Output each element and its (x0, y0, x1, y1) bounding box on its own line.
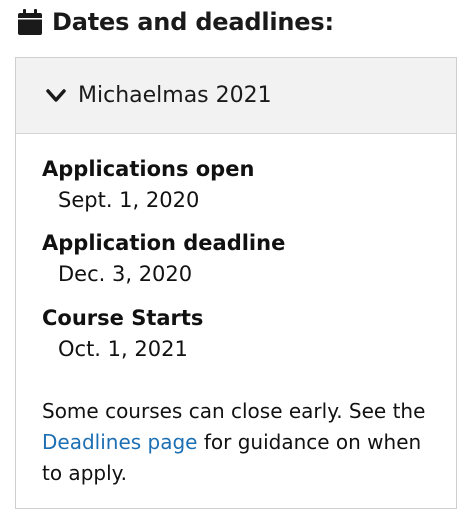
early-close-note: Some courses can close early. See the De… (42, 396, 442, 489)
section-title: Dates and deadlines: (52, 8, 334, 36)
course-starts-label: Course Starts (42, 306, 204, 330)
application-deadline-date: Dec. 3, 2020 (58, 262, 193, 286)
term-title: Michaelmas 2021 (78, 83, 272, 108)
note-text-before: Some courses can close early. See the (42, 399, 426, 423)
dates-heading: Dates and deadlines: (18, 4, 334, 40)
term-accordion-toggle[interactable]: Michaelmas 2021 (16, 58, 456, 134)
application-deadline-label: Application deadline (42, 231, 286, 255)
course-starts-date: Oct. 1, 2021 (58, 337, 188, 361)
deadlines-page-link[interactable]: Deadlines page (42, 430, 197, 454)
applications-open-label: Applications open (42, 157, 255, 181)
dates-panel: Michaelmas 2021 Applications open Sept. … (15, 57, 457, 509)
chevron-down-icon (46, 88, 66, 102)
applications-open-date: Sept. 1, 2020 (58, 188, 200, 212)
calendar-icon (18, 9, 42, 35)
